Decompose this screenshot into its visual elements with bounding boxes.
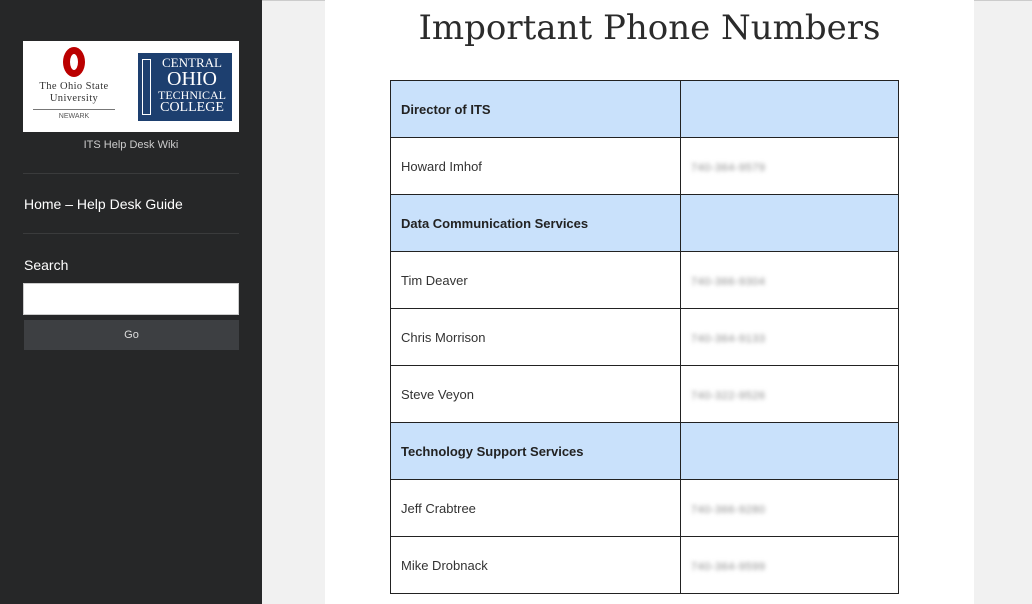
phone-table: Director of ITS Howard Imhof 740-364-9579 D… [390,80,899,594]
phone-cell: 740-366-9280 [680,479,899,537]
section-title: Director of ITS [390,80,681,138]
contact-name: Howard Imhof [390,137,681,195]
site-logo[interactable]: The Ohio State University NEWARK CENTRAL… [23,41,239,132]
phone-cell [680,194,899,252]
osu-block-o-icon [63,47,85,77]
divider [23,173,239,174]
table-row: Steve Veyon 740-322-9526 [390,365,899,423]
logo-divider [33,109,115,110]
cotc-line: COLLEGE [160,100,224,115]
contact-name: Chris Morrison [390,308,681,366]
table-row: Howard Imhof 740-364-9579 [390,137,899,195]
phone-cell: 740-364-9579 [680,137,899,195]
section-header-row: Data Communication Services [390,194,899,252]
phone-number: 740-322-9526 [691,389,766,402]
table-row: Tim Deaver 740-366-9304 [390,251,899,309]
divider [23,233,239,234]
osu-campus: NEWARK [58,113,90,120]
cotc-line: OHIO [167,68,217,90]
cotc-emblem-icon [142,59,151,115]
phone-cell [680,80,899,138]
phone-number: 740-366-9280 [691,503,766,516]
phone-cell: 740-364-9133 [680,308,899,366]
phone-number: 740-364-9133 [691,332,766,345]
section-title: Technology Support Services [390,422,681,480]
phone-cell: 740-322-9526 [680,365,899,423]
section-header-row: Director of ITS [390,80,899,138]
contact-name: Jeff Crabtree [390,479,681,537]
cotc-text: CENTRAL OHIO TECHNICAL COLLEGE [154,56,230,115]
contact-name: Tim Deaver [390,251,681,309]
search-input[interactable] [23,283,239,315]
phone-cell: 740-364-9599 [680,536,899,594]
phone-number: 740-366-9304 [691,275,766,288]
site-description: ITS Help Desk Wiki [83,139,179,151]
section-header-row: Technology Support Services [390,422,899,480]
phone-number: 740-364-9579 [691,161,766,174]
osu-name: The Ohio State University [39,81,109,104]
search-widget-title: Search [24,257,69,273]
page-title: Important Phone Numbers [418,8,881,48]
table-row: Jeff Crabtree 740-366-9280 [390,479,899,537]
cotc-logo: CENTRAL OHIO TECHNICAL COLLEGE [138,53,232,121]
phone-number: 740-364-9599 [691,560,766,573]
nav-link-home[interactable]: Home – Help Desk Guide [24,196,183,212]
section-title: Data Communication Services [390,194,681,252]
table-row: Chris Morrison 740-364-9133 [390,308,899,366]
sidebar: The Ohio State University NEWARK CENTRAL… [0,0,262,604]
phone-cell [680,422,899,480]
phone-cell: 740-366-9304 [680,251,899,309]
search-go-button[interactable]: Go [24,320,239,350]
contact-name: Mike Drobnack [390,536,681,594]
contact-name: Steve Veyon [390,365,681,423]
table-row: Mike Drobnack 740-364-9599 [390,536,899,594]
